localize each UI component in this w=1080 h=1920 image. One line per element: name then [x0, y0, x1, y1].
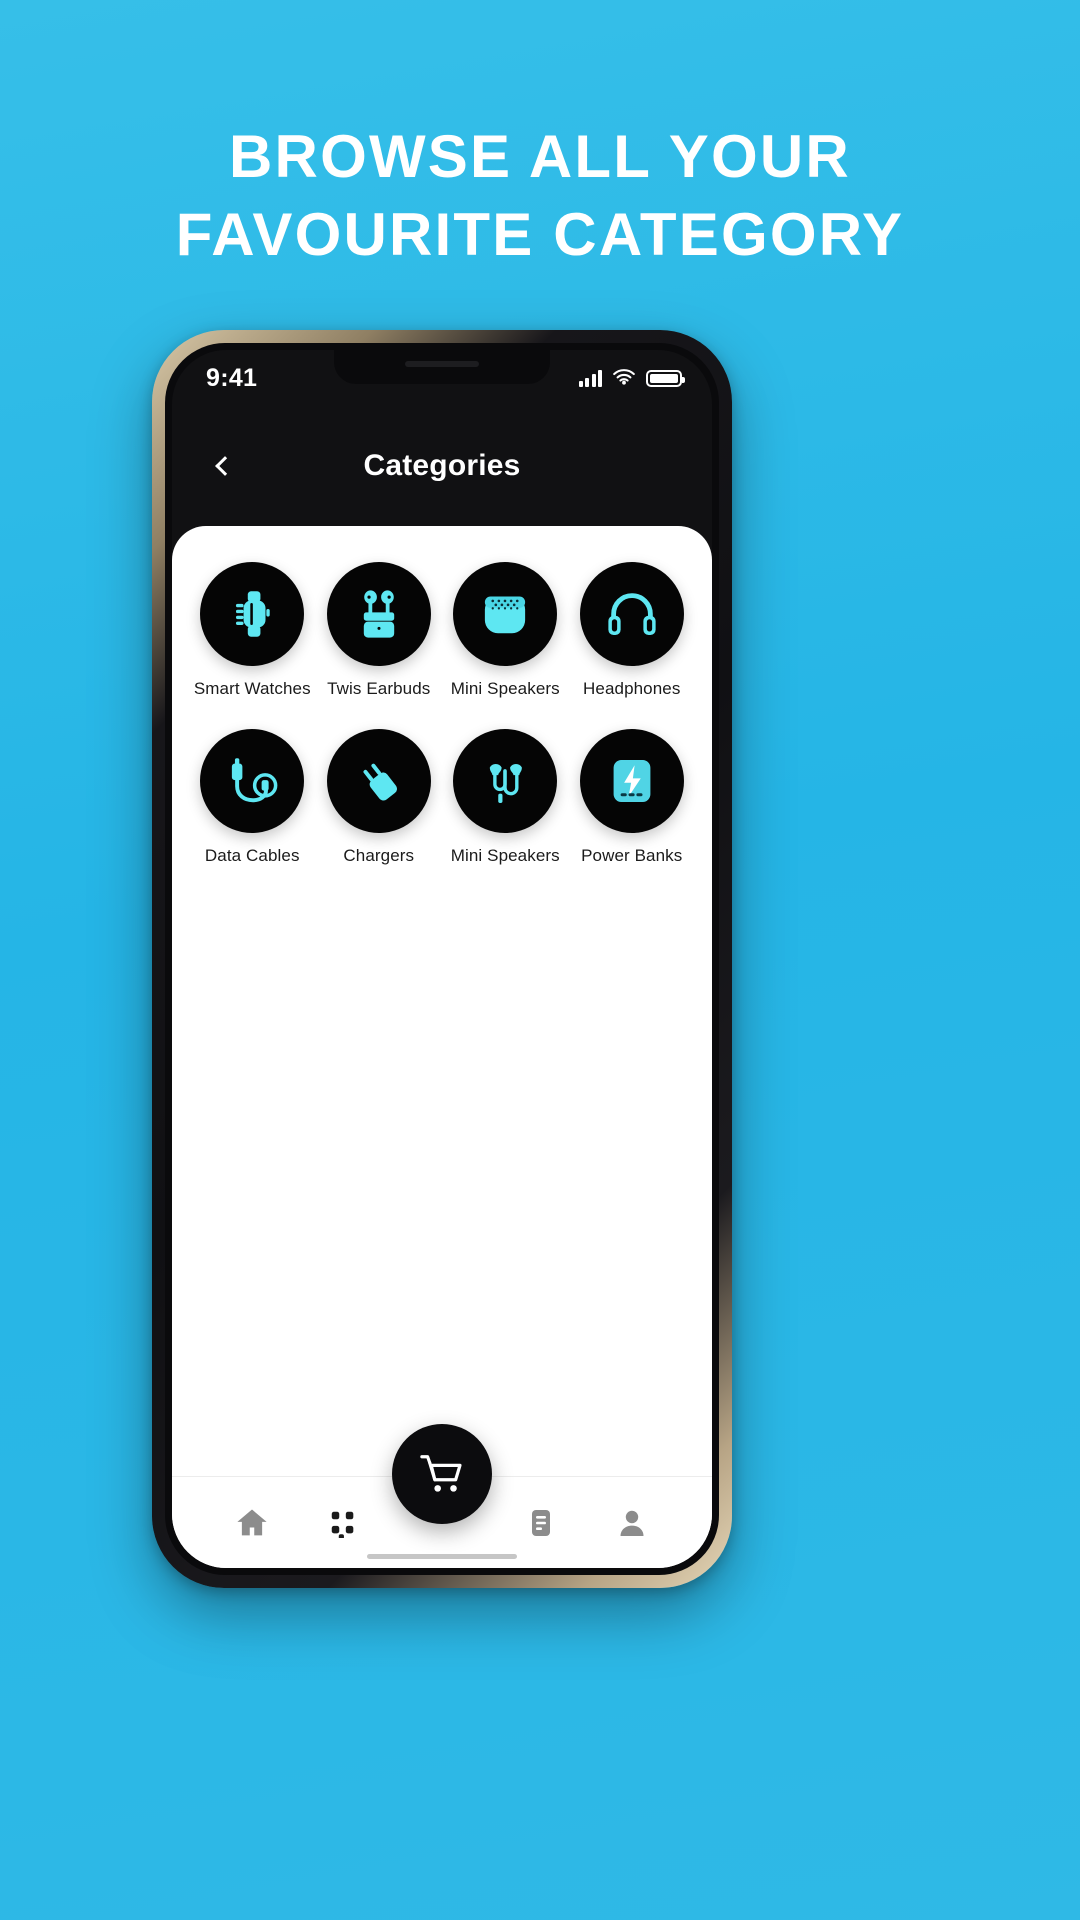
- category-item-smart-watches[interactable]: Smart Watches: [190, 562, 315, 699]
- category-label: Chargers: [343, 846, 415, 865]
- nav-item-home[interactable]: [206, 1477, 298, 1568]
- category-item-chargers[interactable]: Chargers: [317, 729, 442, 866]
- status-icons: [578, 369, 685, 387]
- list-document-icon: [531, 1509, 550, 1536]
- category-icon-tile: [579, 729, 684, 833]
- category-item-data-cables[interactable]: Data Cables: [190, 729, 315, 866]
- data-cable-icon: [232, 758, 278, 803]
- category-icon-tile: [453, 562, 558, 666]
- category-icon-tile: [200, 729, 305, 833]
- app-header: Categories: [172, 406, 712, 526]
- category-label: Smart Watches: [193, 679, 311, 698]
- back-button[interactable]: [200, 444, 244, 488]
- mini-speaker-icon: [485, 596, 526, 634]
- wifi-icon: [613, 369, 635, 385]
- category-icon-tile: [326, 729, 431, 833]
- shopping-cart-icon: [420, 1455, 462, 1492]
- category-item-mini-speakers-1[interactable]: Mini Speakers: [443, 562, 568, 699]
- category-label: Twis Earbuds: [327, 679, 431, 698]
- status-bar: 9:41: [172, 350, 712, 406]
- category-label: Mini Speakers: [450, 679, 560, 698]
- headphones-icon: [608, 593, 656, 635]
- category-item-power-banks[interactable]: Power Banks: [570, 729, 695, 866]
- phone-screen: 9:41 Categories Smart Watches Twis Earbu…: [172, 350, 712, 1568]
- power-bank-icon: [613, 760, 651, 802]
- charger-plug-icon: [363, 763, 397, 801]
- phone-bezel: 9:41 Categories Smart Watches Twis Earbu…: [165, 343, 719, 1575]
- status-time: 9:41: [206, 363, 258, 392]
- screen-title: Categories: [363, 449, 521, 482]
- wired-earphones-icon: [490, 764, 523, 803]
- category-label: Headphones: [583, 679, 681, 698]
- category-item-mini-speakers-2[interactable]: Mini Speakers: [443, 729, 568, 866]
- smart-watch-icon: [236, 591, 270, 637]
- categories-grid: Smart Watches Twis Earbuds Mini Speakers…: [172, 526, 712, 866]
- phone-mockup: 9:41 Categories Smart Watches Twis Earbu…: [152, 330, 732, 1588]
- earbuds-case-icon: [363, 590, 394, 638]
- cart-fab-button[interactable]: [392, 1424, 492, 1524]
- person-account-icon: [620, 1510, 644, 1536]
- category-icon-tile: [200, 562, 305, 666]
- category-item-headphones[interactable]: Headphones: [570, 562, 695, 699]
- headline-line-2: Favourite Category: [175, 201, 905, 268]
- category-icon-tile: [326, 562, 431, 666]
- category-label: Power Banks: [581, 846, 683, 865]
- headline-line-1: Browse All Your: [229, 123, 851, 190]
- category-label: Mini Speakers: [450, 846, 560, 865]
- category-item-twis-earbuds[interactable]: Twis Earbuds: [317, 562, 442, 699]
- nav-item-profile[interactable]: [586, 1477, 678, 1568]
- promo-banner: Browse All Your Favourite Category 9:41: [0, 0, 1080, 1920]
- page-title: Browse All Your Favourite Category: [0, 118, 1080, 274]
- home-indicator: [367, 1554, 517, 1559]
- category-icon-tile: [453, 729, 558, 833]
- home-icon: [237, 1509, 267, 1535]
- battery-full-icon: [646, 369, 685, 387]
- cellular-signal-icon: [578, 369, 602, 387]
- chevron-left-icon: [214, 456, 235, 476]
- category-label: Data Cables: [204, 846, 300, 865]
- grid-apps-icon: [332, 1511, 354, 1538]
- category-icon-tile: [579, 562, 684, 666]
- content-sheet: Smart Watches Twis Earbuds Mini Speakers…: [172, 526, 712, 1568]
